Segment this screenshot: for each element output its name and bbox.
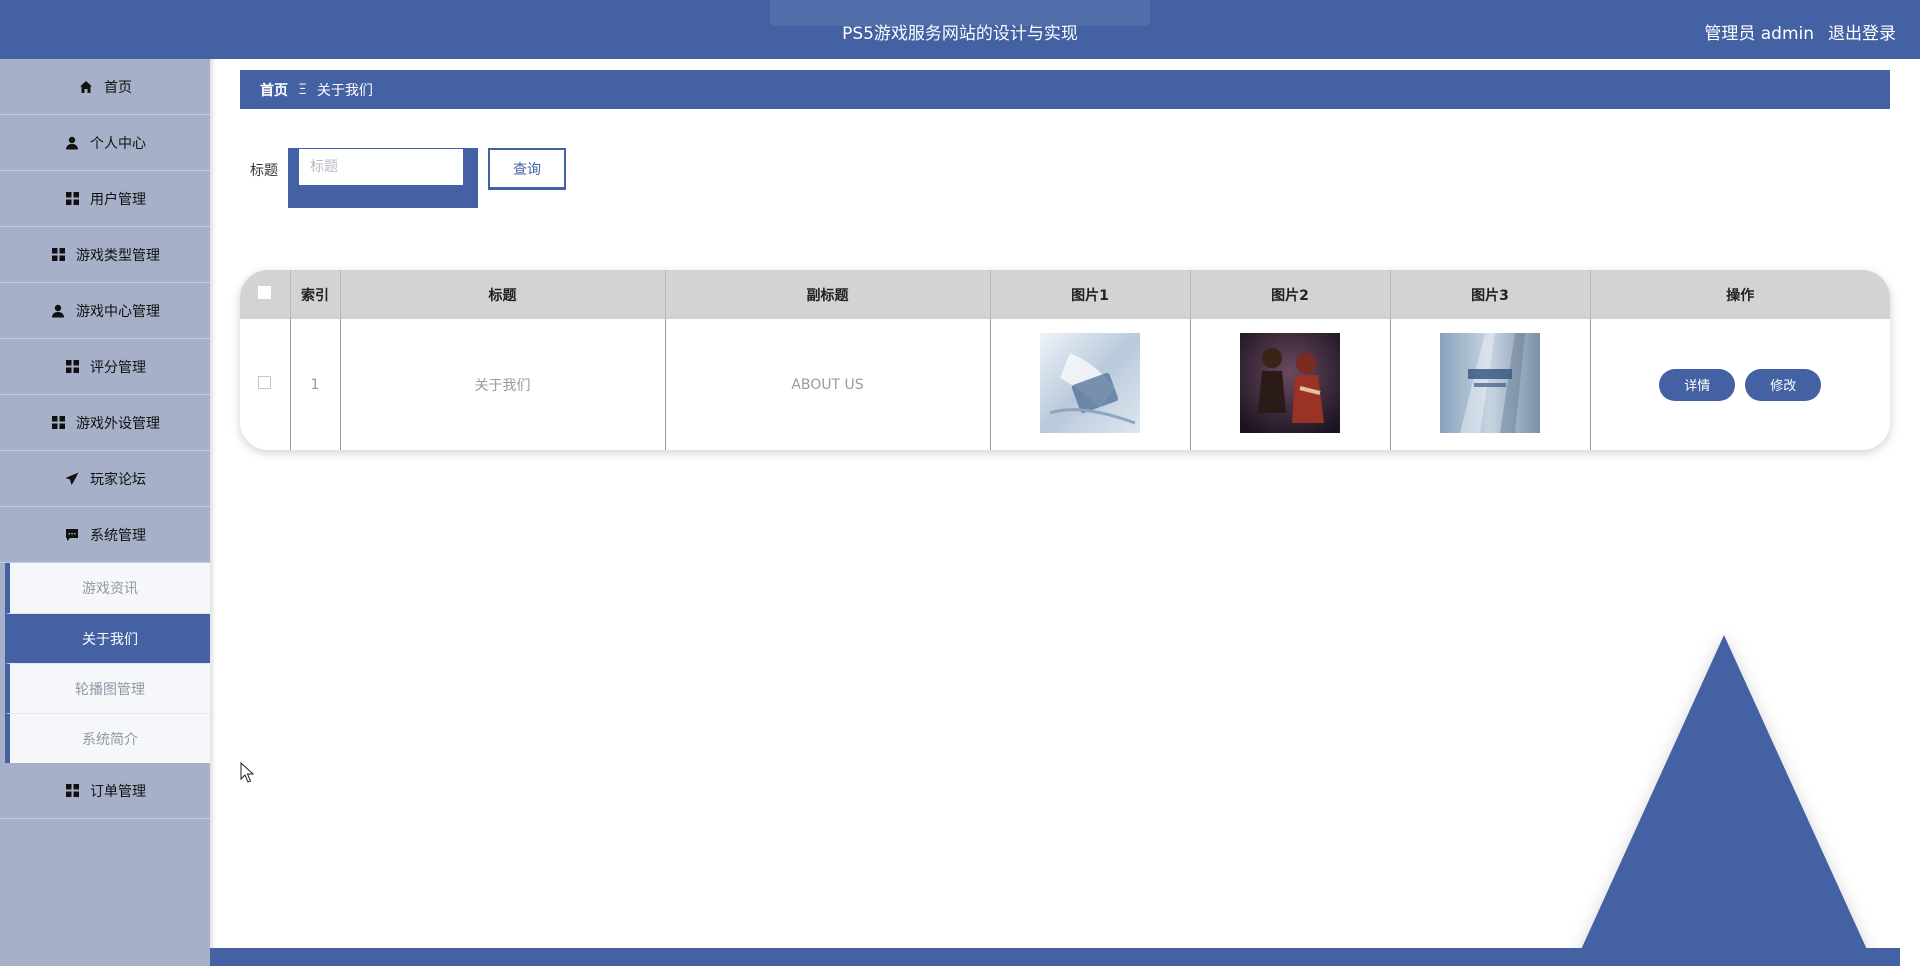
sidebar-item-label: 用户管理 (90, 191, 146, 208)
query-button[interactable]: 查询 (488, 148, 566, 190)
sidebar-item-game-type-management[interactable]: 游戏类型管理 (0, 227, 210, 283)
sidebar-item-home[interactable]: 首页 (0, 59, 210, 115)
logout-link[interactable]: 退出登录 (1828, 19, 1896, 44)
submenu-item-about-us[interactable]: 关于我们 (5, 613, 210, 663)
sidebar-item-rating-management[interactable]: 评分管理 (0, 339, 210, 395)
sidebar-item-user-management[interactable]: 用户管理 (0, 171, 210, 227)
sidebar-shadow (210, 59, 216, 966)
sidebar-item-game-center-management[interactable]: 游戏中心管理 (0, 283, 210, 339)
cell-index: 1 (290, 319, 341, 450)
user-area: 管理员 admin 退出登录 (1704, 19, 1896, 44)
image3-thumbnail[interactable] (1440, 332, 1540, 433)
column-header-index: 索引 (290, 270, 341, 319)
column-header-title: 标题 (340, 270, 666, 319)
data-table: 索引 标题 副标题 图片1 图片2 图片3 操作 1 关于我们 ABOUT US (240, 270, 1890, 450)
select-all-checkbox[interactable] (258, 286, 272, 299)
sidebar-item-personal-center[interactable]: 个人中心 (0, 115, 210, 171)
column-header-image1: 图片1 (990, 270, 1191, 319)
sidebar-item-label: 游戏类型管理 (76, 247, 160, 264)
submenu-item-system-intro[interactable]: 系统简介 (5, 713, 210, 763)
edit-button[interactable]: 修改 (1745, 368, 1822, 401)
cell-image1 (990, 319, 1191, 450)
sidebar-item-label: 玩家论坛 (90, 471, 146, 488)
user-label: 管理员 admin (1704, 24, 1814, 44)
select-all-cell (240, 270, 291, 319)
breadcrumb-home[interactable]: 首页 (260, 80, 288, 100)
sidebar-item-label: 评分管理 (90, 359, 146, 376)
detail-button[interactable]: 详情 (1659, 368, 1736, 401)
column-header-subtitle: 副标题 (665, 270, 991, 319)
image2-thumbnail[interactable] (1240, 332, 1340, 433)
grid-icon (64, 191, 80, 207)
search-label: 标题 (250, 163, 278, 179)
breadcrumb-separator: Ξ (298, 81, 307, 98)
cell-image2 (1190, 319, 1391, 450)
grid-icon (50, 415, 66, 431)
table-row: 1 关于我们 ABOUT US 详情 修改 (240, 319, 1890, 450)
breadcrumb: 首页 Ξ 关于我们 (240, 70, 1890, 109)
column-header-image2: 图片2 (1190, 270, 1391, 319)
sidebar-item-label: 游戏中心管理 (76, 303, 160, 320)
cell-title: 关于我们 (340, 319, 666, 450)
title-search-input[interactable] (298, 148, 464, 186)
sidebar-item-label: 订单管理 (90, 783, 146, 800)
person-icon (64, 135, 80, 151)
search-box (288, 148, 478, 208)
row-select-cell (240, 319, 291, 450)
sidebar-item-system-management[interactable]: 系统管理 (0, 507, 210, 563)
column-header-actions: 操作 (1726, 287, 1755, 304)
site-title: PS5游戏服务网站的设计与实现 (842, 24, 1078, 44)
submenu-item-game-news[interactable]: 游戏资讯 (5, 563, 210, 613)
paper-plane-icon (64, 471, 80, 487)
grid-icon (64, 783, 80, 799)
footer-bar (210, 948, 1900, 966)
sidebar-item-order-management[interactable]: 订单管理 (0, 763, 210, 819)
chat-icon (64, 527, 80, 543)
cell-actions: 详情 修改 (1590, 319, 1890, 450)
breadcrumb-current: 关于我们 (316, 82, 373, 99)
sidebar: 首页 个人中心 用户管理 游戏类型管理 游戏中心管理 评分管理 游戏外设管理 玩… (0, 59, 216, 966)
table-header-row: 索引 标题 副标题 图片1 图片2 图片3 操作 (240, 270, 1890, 319)
row-actions: 详情 修改 (1591, 368, 1891, 401)
sidebar-item-label: 游戏外设管理 (76, 415, 160, 432)
sidebar-item-label: 首页 (104, 79, 132, 96)
image1-thumbnail[interactable] (1040, 332, 1140, 433)
sidebar-item-peripheral-management[interactable]: 游戏外设管理 (0, 395, 210, 451)
sidebar-item-label: 个人中心 (90, 135, 146, 152)
person-icon (50, 303, 66, 319)
grid-icon (64, 359, 80, 375)
cell-subtitle: ABOUT US (665, 319, 991, 450)
sidebar-item-player-forum[interactable]: 玩家论坛 (0, 451, 210, 507)
sidebar-item-label: 系统管理 (90, 527, 146, 544)
search-row: 标题 查询 (250, 148, 566, 208)
grid-icon (50, 247, 66, 263)
submenu-item-carousel-management[interactable]: 轮播图管理 (5, 663, 210, 713)
mouse-cursor-icon (240, 762, 254, 783)
home-icon (78, 79, 94, 95)
column-header-image3: 图片3 (1390, 270, 1591, 319)
decorative-triangle (1574, 635, 1874, 965)
top-bar: PS5游戏服务网站的设计与实现 管理员 admin 退出登录 (0, 0, 1920, 59)
cell-image3 (1390, 319, 1591, 450)
row-checkbox[interactable] (258, 376, 272, 389)
